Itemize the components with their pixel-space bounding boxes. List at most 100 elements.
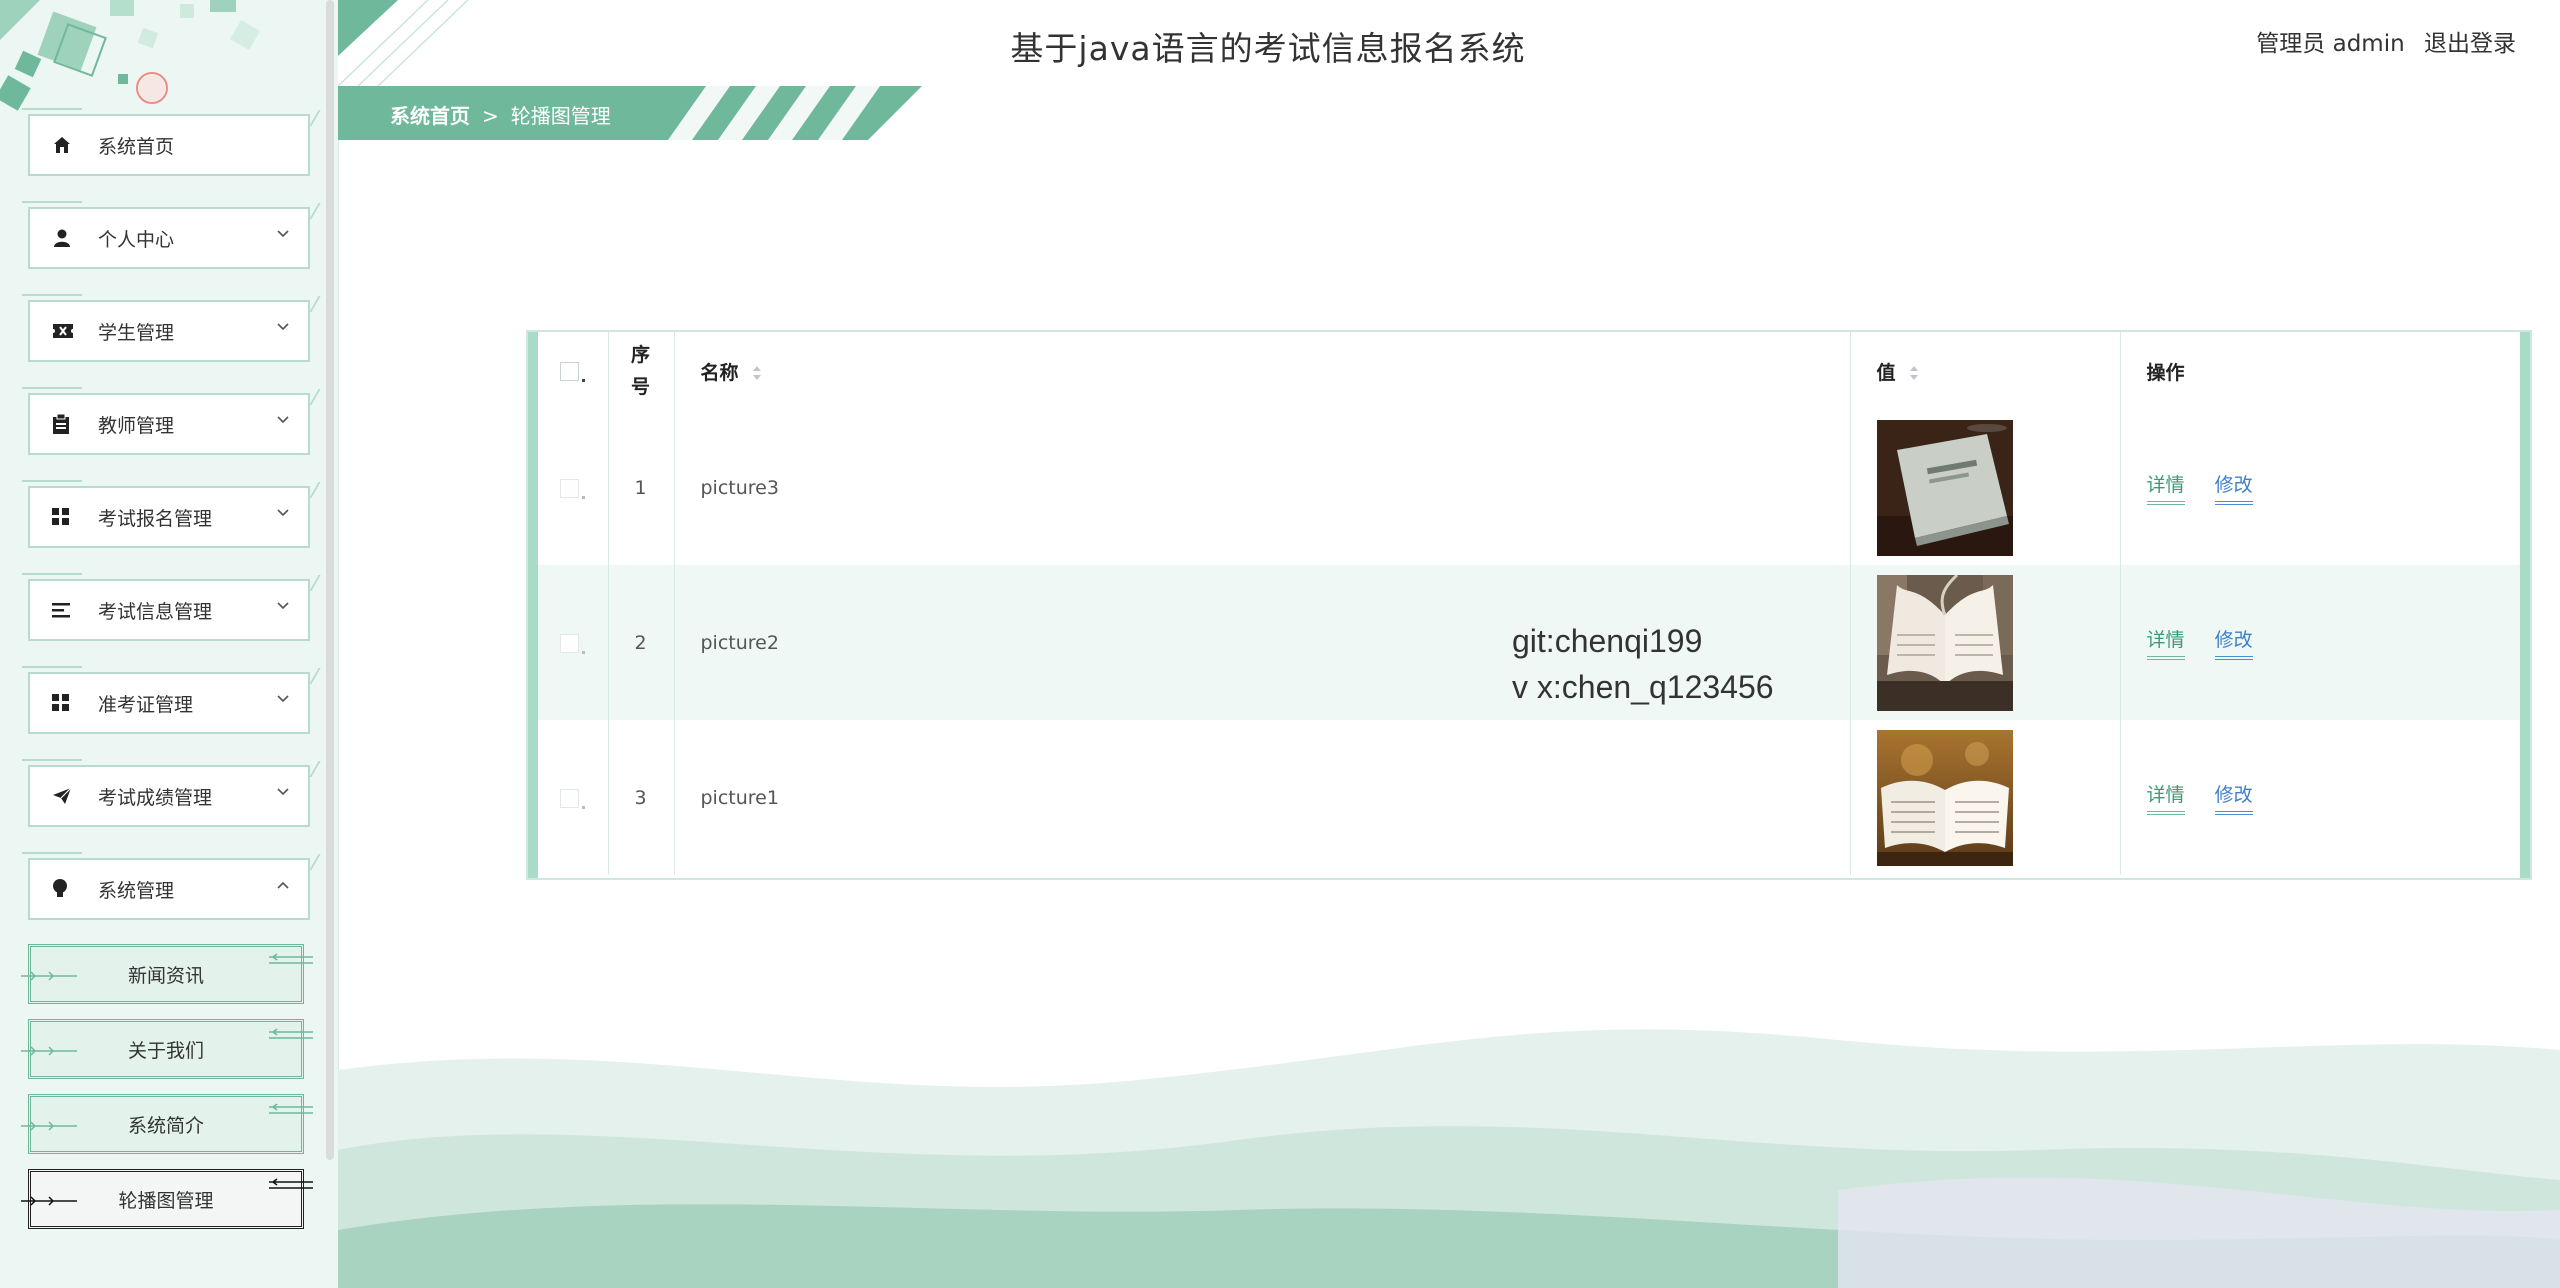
open-book-image[interactable] [1876,574,2013,711]
grid-icon [52,694,98,712]
row-checkbox[interactable] [559,478,579,498]
row-checkbox[interactable] [559,633,579,653]
table-row: 3 picture1 详情 修改 [538,720,2522,875]
select-all-checkbox[interactable] [559,362,579,381]
sidebar-item-home[interactable]: 系统首页 [22,108,310,176]
sub-item-news[interactable]: 新闻资讯 [21,944,313,1004]
row-value [1850,410,2121,565]
chevron-down-icon [277,416,289,424]
sidebar-item-label: 考试成绩管理 [98,786,213,809]
arrow-decoration-icon [21,1046,77,1056]
row-index: 1 [608,410,675,565]
row-actions: 详情 修改 [2120,565,2522,720]
row-index: 2 [608,565,675,720]
row-checkbox[interactable] [559,788,579,808]
sidebar-item-system-management[interactable]: 系统管理 [22,852,310,920]
index-header: 序号 [608,332,675,410]
bulb-icon [52,879,98,899]
breadcrumb-separator: > [482,104,499,128]
sidebar-item-exam-registration[interactable]: 考试报名管理 [22,480,310,548]
edit-button[interactable]: 修改 [2214,780,2253,815]
list-icon [52,602,98,618]
index-header-label: 序号 [630,344,650,398]
home-icon [52,135,98,155]
sidebar: 系统首页 个人中心 学生管理 教师管理 考试报名管理 考试信息管理 准考证管理 … [0,0,339,1288]
user-area: 管理员 admin 退出登录 [2244,24,2516,58]
sub-item-about-us[interactable]: 关于我们 [21,1019,313,1079]
person-icon [52,228,98,248]
detail-button[interactable]: 详情 [2146,780,2185,815]
select-all-cell [538,332,609,410]
arrow-decoration-icon [269,953,313,964]
app-title: 基于java语言的考试信息报名系统 [1010,29,1526,68]
sidebar-item-exam-info[interactable]: 考试信息管理 [22,573,310,641]
detail-button[interactable]: 详情 [2146,470,2185,505]
closed-book-image[interactable] [1876,419,2013,556]
row-checkbox-cell [538,565,609,720]
sub-item-label: 关于我们 [127,1039,204,1062]
sidebar-item-label: 准考证管理 [98,693,194,716]
sidebar-item-admission-ticket[interactable]: 准考证管理 [22,666,310,734]
sub-item-label: 轮播图管理 [118,1189,214,1212]
value-header-label: 值 [1876,361,1896,384]
sidebar-item-student-management[interactable]: 学生管理 [22,294,310,362]
sort-icon[interactable] [1908,364,1920,382]
edit-button[interactable]: 修改 [2214,625,2253,660]
send-icon [52,787,98,805]
sidebar-item-personal-center[interactable]: 个人中心 [22,201,310,269]
sidebar-item-label: 系统管理 [98,879,175,902]
carousel-table: 序号 名称 值 操作 1 picture3 详情 修改 2 picture2 详… [526,330,2532,880]
sidebar-item-label: 教师管理 [98,414,175,437]
header: 基于java语言的考试信息报名系统 管理员 admin 退出登录 [338,0,2560,86]
breadcrumb-current: 轮播图管理 [510,104,611,128]
detail-button[interactable]: 详情 [2146,625,2185,660]
wave-background-decoration [338,1029,2560,1288]
open-book-image[interactable] [1876,729,2013,866]
sidebar-item-teacher-management[interactable]: 教师管理 [22,387,310,455]
chevron-down-icon [277,695,289,703]
sidebar-scrollbar[interactable] [326,0,334,1160]
row-actions: 详情 修改 [2120,410,2522,565]
sort-icon[interactable] [751,364,763,382]
sidebar-item-exam-scores[interactable]: 考试成绩管理 [22,759,310,827]
clipboard-icon [52,414,98,434]
sidebar-item-label: 学生管理 [98,321,175,344]
watermark-line-1: git:chenqi199 [1512,623,1703,659]
arrow-decoration-icon [269,1028,313,1039]
sub-item-label: 系统简介 [127,1114,204,1137]
actions-header: 操作 [2146,361,2185,384]
edit-button[interactable]: 修改 [2214,470,2253,505]
value-header[interactable]: 值 [1850,332,2121,410]
chevron-up-icon [277,881,289,889]
name-header[interactable]: 名称 [674,332,1851,410]
breadcrumb: 系统首页 > 轮播图管理 [390,100,611,129]
grid-icon [52,508,98,526]
chevron-down-icon [277,230,289,238]
breadcrumb-bar: 系统首页 > 轮播图管理 [338,86,922,140]
chevron-down-icon [277,509,289,517]
arrow-decoration-icon [21,1196,77,1206]
chevron-down-icon [277,323,289,331]
ticket-icon [52,322,98,340]
sub-item-system-intro[interactable]: 系统简介 [21,1094,313,1154]
table-header-row: 序号 名称 值 操作 [538,332,2522,410]
name-header-label: 名称 [700,361,739,384]
watermark-line-2: v x:chen_q123456 [1512,669,1774,705]
breadcrumb-home-link[interactable]: 系统首页 [390,104,470,128]
sidebar-decoration [0,0,261,111]
arrow-decoration-icon [21,1121,77,1131]
user-label: 管理员 admin [2256,31,2405,57]
row-value [1850,565,2121,720]
sidebar-item-label: 考试信息管理 [98,600,213,623]
row-name: picture1 [674,720,1851,875]
row-index: 3 [608,720,675,875]
arrow-decoration-icon [269,1178,313,1189]
sub-item-carousel-management[interactable]: 轮播图管理 [21,1169,313,1229]
table-row: 1 picture3 详情 修改 [538,410,2522,565]
row-value [1850,720,2121,875]
chevron-down-icon [277,602,289,610]
row-actions: 详情 修改 [2120,720,2522,875]
row-checkbox-cell [538,720,609,875]
row-name: picture3 [674,410,1851,565]
logout-link[interactable]: 退出登录 [2424,31,2516,57]
